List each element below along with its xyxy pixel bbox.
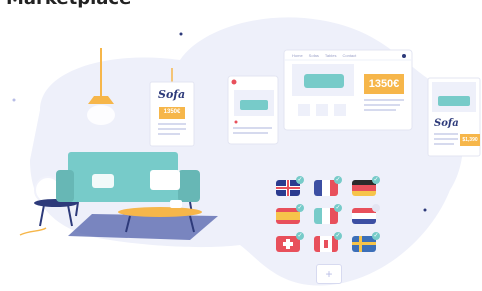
price-label-small: 1350€ [163,109,181,115]
price-label-website: 1350€ [368,78,400,90]
price-label-right: $1,390 [462,137,478,143]
check-icon: ✓ [296,232,304,240]
illustration [12,17,481,286]
heart-icon [234,120,238,124]
thumbnail [316,104,328,116]
cushion [150,170,180,190]
listing-sofa [438,96,470,106]
check-icon: ✓ [296,204,304,212]
tab-sofas[interactable]: Sofas [309,53,319,58]
lamp-glow [87,105,115,125]
website-tabs: Home Sofas Tables Contact [292,53,356,58]
brand-logo-small: Sofa [158,88,186,101]
tab-tables[interactable]: Tables [325,53,337,58]
sofa-arm [178,170,200,202]
check-icon: ✓ [372,176,380,184]
tab-home[interactable]: Home [292,53,303,58]
app-icon [231,79,237,85]
plus-icon: + [325,267,333,281]
brand-logo-right: Sofa [434,118,459,129]
website-sofa [304,74,344,88]
sparkle-dot [12,98,16,102]
table-object [170,200,182,208]
sofa-arm [56,170,74,202]
thumbnail [298,104,310,116]
sparkle-dot [423,208,427,212]
cushion [92,174,114,188]
add-language-button[interactable]: + [316,264,342,284]
check-icon: ✓ [372,232,380,240]
thumbnail [334,104,346,116]
unchecked-icon [372,204,380,212]
side-table-leg [39,204,45,227]
phone-sofa [240,100,268,110]
language-grid: ✓ ✓ ✓ ✓ ✓ ✓ ✓ ✓ [274,176,384,262]
check-icon: ✓ [296,176,304,184]
check-icon: ✓ [334,204,342,212]
lamp-cable [19,227,47,236]
sparkle-dot [179,32,183,36]
check-icon: ✓ [334,232,342,240]
avatar-icon [402,54,406,58]
tab-contact[interactable]: Contact [342,53,356,58]
check-icon: ✓ [334,176,342,184]
coffee-table-top [118,207,202,217]
